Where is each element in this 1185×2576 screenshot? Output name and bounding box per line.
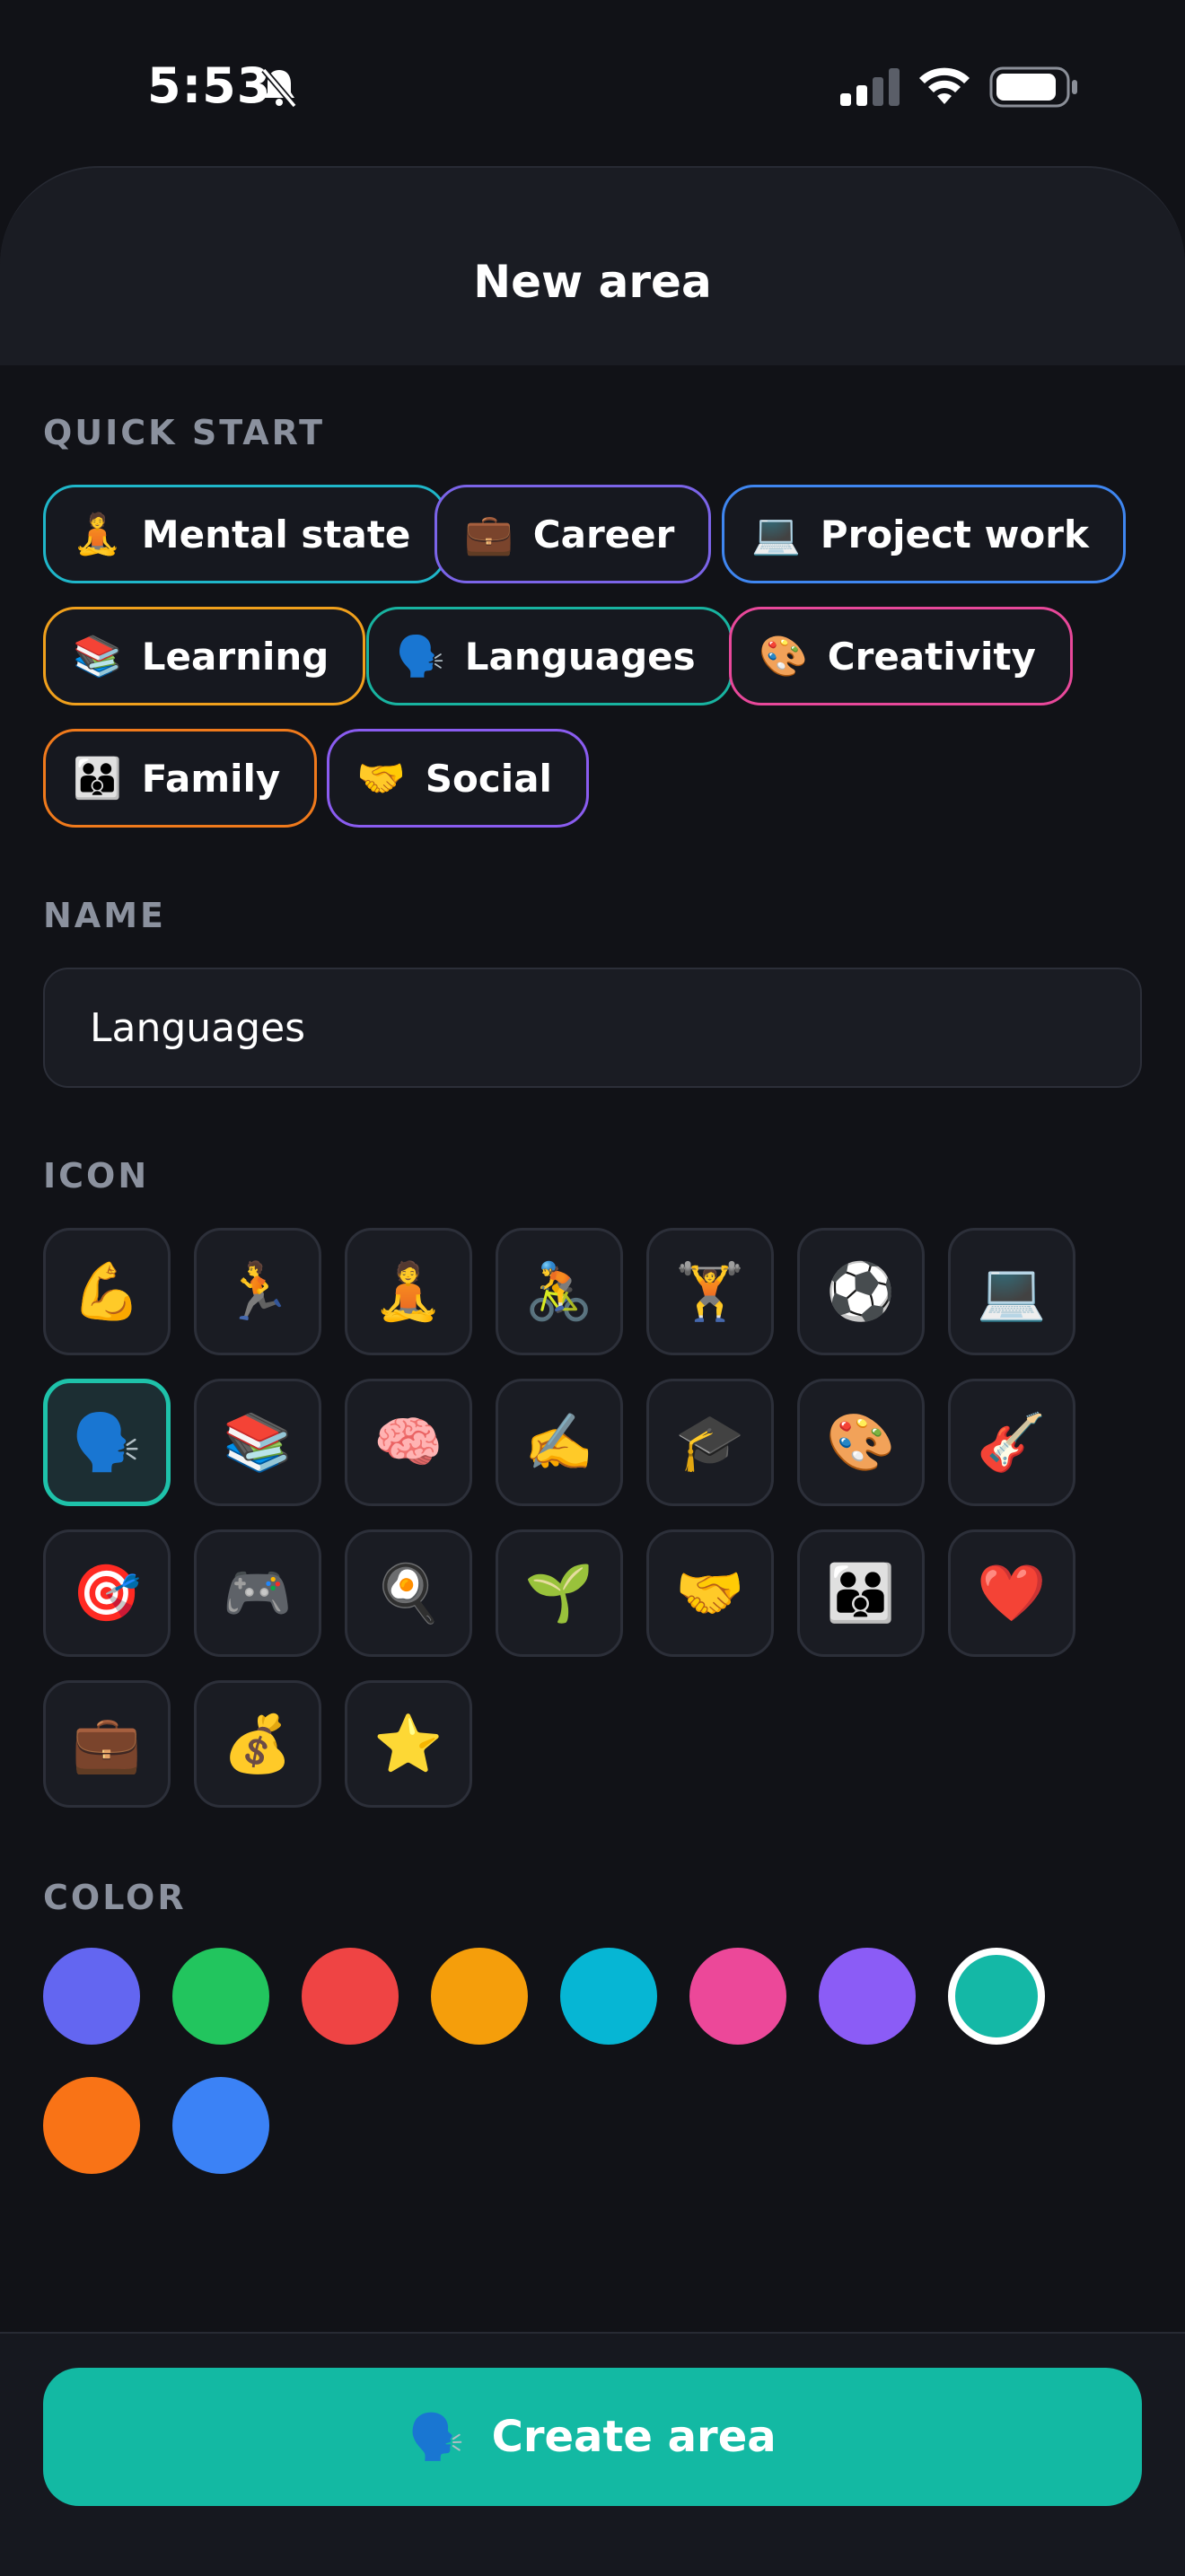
color-swatch-red[interactable] xyxy=(302,1948,399,2045)
chip-label: Project work xyxy=(820,512,1089,556)
color-swatch-pink[interactable] xyxy=(689,1948,786,2045)
speaking-head-icon: 🗣️ xyxy=(396,634,445,679)
icon-option-runner-icon[interactable]: 🏃 xyxy=(194,1228,321,1355)
wifi-icon xyxy=(919,67,970,104)
speaking-head-icon: 🗣️ xyxy=(408,2410,465,2463)
handshake-icon: 🤝 xyxy=(356,756,406,802)
briefcase-icon: 💼 xyxy=(464,512,514,557)
quick-start-chip-learning[interactable]: 📚 Learning xyxy=(43,607,366,705)
icon-option-speaking-head-icon[interactable]: 🗣️ xyxy=(43,1379,171,1506)
icon-option-palette-icon[interactable]: 🎨 xyxy=(797,1379,925,1506)
icon-label: ICON xyxy=(43,1156,150,1196)
color-swatch-orange[interactable] xyxy=(43,2077,140,2174)
page-title: New area xyxy=(473,256,712,308)
chip-label: Social xyxy=(425,756,552,801)
status-bar: 5:53 xyxy=(0,0,1185,171)
quick-start-label: QUICK START xyxy=(43,413,326,452)
quick-start-chip-project-work[interactable]: 💻 Project work xyxy=(722,485,1126,583)
laptop-icon: 💻 xyxy=(751,512,801,557)
icon-option-heart-icon[interactable]: ❤️ xyxy=(948,1529,1075,1657)
cellular-signal-icon xyxy=(840,68,900,106)
create-area-label: Create area xyxy=(491,2412,777,2462)
icon-option-books-icon[interactable]: 📚 xyxy=(194,1379,321,1506)
quick-start-chip-family[interactable]: 👪 Family xyxy=(43,729,318,828)
quick-start-chip-career[interactable]: 💼 Career xyxy=(434,485,712,583)
create-area-button[interactable]: 🗣️ Create area xyxy=(43,2368,1142,2506)
chip-label: Career xyxy=(532,512,675,556)
icon-option-seedling-icon[interactable]: 🌱 xyxy=(496,1529,623,1657)
quick-start-chip-social[interactable]: 🤝 Social xyxy=(327,729,589,828)
chip-label: Family xyxy=(141,756,281,801)
chip-label: Learning xyxy=(141,634,329,679)
color-swatch-violet[interactable] xyxy=(819,1948,916,2045)
color-swatch-green[interactable] xyxy=(172,1948,269,2045)
icon-option-writing-hand-icon[interactable]: ✍️ xyxy=(496,1379,623,1506)
icon-option-meditation-icon[interactable]: 🧘 xyxy=(345,1228,472,1355)
icon-option-game-controller-icon[interactable]: 🎮 xyxy=(194,1529,321,1657)
color-label: COLOR xyxy=(43,1878,187,1917)
icon-option-family-icon[interactable]: 👪 xyxy=(797,1529,925,1657)
chip-label: Languages xyxy=(464,634,696,679)
quick-start-chip-languages[interactable]: 🗣️ Languages xyxy=(366,607,733,705)
family-icon: 👪 xyxy=(73,756,122,802)
bell-muted-icon xyxy=(261,67,297,109)
color-swatch-teal[interactable] xyxy=(948,1948,1045,2045)
name-input[interactable] xyxy=(43,968,1142,1088)
icon-option-money-bag-icon[interactable]: 💰 xyxy=(194,1680,321,1808)
icon-option-briefcase-icon[interactable]: 💼 xyxy=(43,1680,171,1808)
quick-start-chip-creativity[interactable]: 🎨 Creativity xyxy=(729,607,1073,705)
icon-option-cooking-icon[interactable]: 🍳 xyxy=(345,1529,472,1657)
sheet-header: New area xyxy=(0,166,1185,365)
palette-icon: 🎨 xyxy=(759,634,808,679)
icon-option-flexed-biceps-icon[interactable]: 💪 xyxy=(43,1228,171,1355)
chip-label: Mental state xyxy=(141,512,411,556)
icon-option-guitar-icon[interactable]: 🎸 xyxy=(948,1379,1075,1506)
meditation-icon: 🧘 xyxy=(73,512,122,557)
color-swatch-indigo[interactable] xyxy=(43,1948,140,2045)
color-swatch-cyan[interactable] xyxy=(560,1948,657,2045)
icon-option-graduation-cap-icon[interactable]: 🎓 xyxy=(646,1379,774,1506)
icon-option-target-icon[interactable]: 🎯 xyxy=(43,1529,171,1657)
books-icon: 📚 xyxy=(73,634,122,679)
chip-label: Creativity xyxy=(827,634,1036,679)
icon-option-star-icon[interactable]: ⭐ xyxy=(345,1680,472,1808)
color-swatch-amber[interactable] xyxy=(431,1948,528,2045)
icon-option-soccer-ball-icon[interactable]: ⚽ xyxy=(797,1228,925,1355)
icon-option-brain-icon[interactable]: 🧠 xyxy=(345,1379,472,1506)
icon-option-laptop-icon[interactable]: 💻 xyxy=(948,1228,1075,1355)
quick-start-chip-mental-state[interactable]: 🧘 Mental state xyxy=(43,485,448,583)
battery-icon xyxy=(989,66,1077,108)
icon-option-weightlifter-icon[interactable]: 🏋️ xyxy=(646,1228,774,1355)
footer-bar: 🗣️ Create area xyxy=(0,2332,1185,2576)
status-time: 5:53 xyxy=(147,57,272,114)
name-label: NAME xyxy=(43,896,166,935)
icon-option-handshake-icon[interactable]: 🤝 xyxy=(646,1529,774,1657)
color-swatch-blue[interactable] xyxy=(172,2077,269,2174)
icon-option-cyclist-icon[interactable]: 🚴 xyxy=(496,1228,623,1355)
